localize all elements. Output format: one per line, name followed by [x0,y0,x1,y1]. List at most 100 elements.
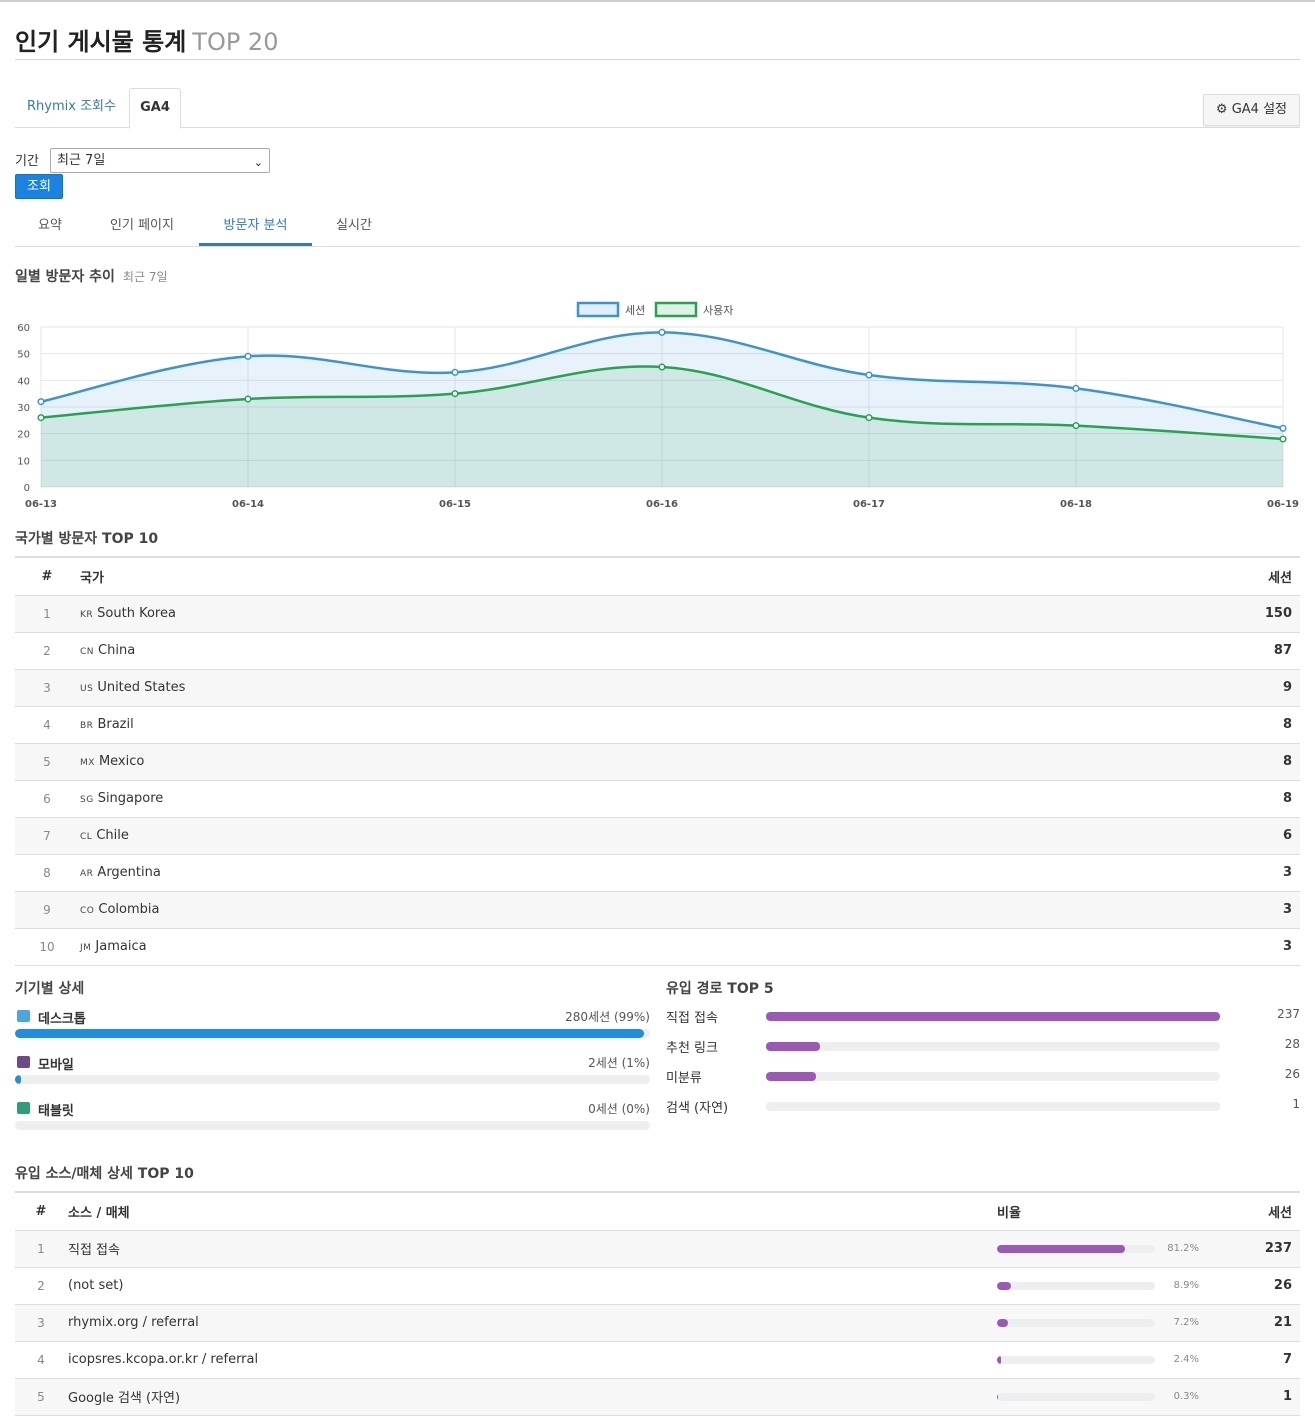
y-tick-label: 60 [17,323,30,334]
flag-icon: US [80,684,93,694]
country-name: United States [97,680,185,695]
flag-icon: CN [80,647,94,657]
y-tick-label: 50 [17,350,30,361]
referral-row: 추천 링크28 [666,1037,1300,1059]
data-point [38,415,44,421]
data-point [866,415,872,421]
flag-icon: KR [80,610,93,620]
row-rank: 3 [15,1304,67,1341]
referral-name: 추천 링크 [666,1037,718,1056]
page-title-sub: TOP 20 [192,28,278,56]
search-button[interactable]: 조회 [15,174,63,199]
desktop-icon [17,1010,30,1022]
ratio-bar-track [997,1245,1155,1253]
row-rank: 2 [15,1267,67,1304]
ratio-bar-fill [997,1282,1011,1290]
country-cell: CNChina [79,632,992,669]
referral-bar-fill [766,1072,816,1081]
tab-rhymix-views[interactable]: Rhymix 조회수 [15,88,128,128]
referral-bar-fill [766,1042,820,1051]
data-point [452,370,458,376]
data-point [1280,436,1286,442]
y-tick-label: 10 [17,456,30,467]
flag-icon: AR [80,869,93,879]
data-point [1073,386,1079,392]
data-point [38,399,44,405]
row-rank: 1 [15,595,79,632]
country-table: # 국가 세션 1KRSouth Korea1502CNChina873USUn… [15,556,1300,966]
column-header-source: 소스 / 매체 [67,1192,996,1230]
ratio-percent: 81.2% [1157,1243,1199,1254]
table-row: 7CLChile6 [15,817,1300,854]
row-sessions: 6 [992,817,1300,854]
y-tick-label: 0 [24,483,30,494]
row-rank: 7 [15,817,79,854]
x-tick-label: 06-18 [1060,499,1092,510]
data-point [245,354,251,360]
row-sessions: 8 [992,743,1300,780]
source-name: Google 검색 (자연) [67,1378,996,1415]
ratio-percent: 8.9% [1157,1280,1199,1291]
daily-visitors-title: 일별 방문자 추이 [15,269,115,285]
referral-bar-track [766,1102,1220,1111]
device-progress-track [15,1029,650,1038]
data-point [452,391,458,397]
period-select[interactable]: 최근 7일 ⌄ [50,148,270,173]
row-rank: 8 [15,854,79,891]
legend-label: 사용자 [703,304,733,317]
device-row: 태블릿0세션 (0%) [15,1100,650,1140]
country-name: South Korea [97,606,176,621]
data-point [1073,423,1079,429]
column-header-country: 국가 [79,557,992,595]
row-sessions: 9 [992,669,1300,706]
ratio-cell: 0.3% [996,1378,1216,1415]
referral-row: 미분류26 [666,1067,1300,1089]
device-heading: 기기별 상세 [15,978,84,998]
ratio-percent: 2.4% [1157,1354,1199,1365]
device-value: 2세션 (1%) [588,1054,650,1071]
tab-realtime[interactable]: 실시간 [324,208,384,246]
device-name: 태블릿 [38,1100,74,1119]
tab-visitor-analysis[interactable]: 방문자 분석 [199,208,312,246]
table-row: 9COColombia3 [15,891,1300,928]
y-tick-label: 30 [17,403,30,414]
device-name: 데스크톱 [38,1008,86,1027]
x-tick-label: 06-14 [232,499,264,510]
source-name: (not set) [67,1267,996,1304]
referral-name: 직접 접속 [666,1007,718,1026]
country-name: Brazil [97,717,133,732]
device-name: 모바일 [38,1054,74,1073]
flag-icon: CL [80,832,92,842]
ratio-bar-fill [997,1245,1125,1253]
device-value: 280세션 (99%) [565,1008,650,1025]
daily-visitors-chart: 010203040506006-1306-1406-1506-1606-1706… [15,294,1300,516]
flag-icon: SG [80,795,94,805]
row-rank: 9 [15,891,79,928]
data-point [659,330,665,336]
chevron-down-icon: ⌄ [254,153,263,172]
table-row: 1직접 접속81.2%237 [15,1230,1300,1267]
country-name: Colombia [98,902,159,917]
daily-visitors-heading: 일별 방문자 추이최근 7일 [15,266,168,286]
tab-popular-pages[interactable]: 인기 페이지 [97,208,187,246]
tab-summary[interactable]: 요약 [15,208,85,246]
table-row: 4BRBrazil8 [15,706,1300,743]
country-cell: BR Brazil [79,706,992,743]
country-name: Argentina [97,865,160,880]
tab-ga4[interactable]: GA4 [129,88,181,129]
page-title-main: 인기 게시물 통계 [15,28,186,56]
flag-icon: BR [80,721,93,731]
source-name: icopsres.kcopa.or.kr / referral [67,1341,996,1378]
referral-heading: 유입 경로 TOP 5 [666,978,774,998]
row-rank: 10 [15,928,79,965]
country-cell: AR Argentina [79,854,992,891]
data-point [659,364,665,370]
x-tick-label: 06-17 [853,499,885,510]
ga4-settings-button[interactable]: ⚙ GA4 설정 [1203,94,1300,126]
row-rank: 6 [15,780,79,817]
row-sessions: 1 [1216,1378,1300,1415]
period-label: 기간 [15,150,39,169]
table-row: 6SGSingapore8 [15,780,1300,817]
column-header-ratio: 비율 [996,1192,1216,1230]
ratio-percent: 0.3% [1157,1391,1199,1402]
